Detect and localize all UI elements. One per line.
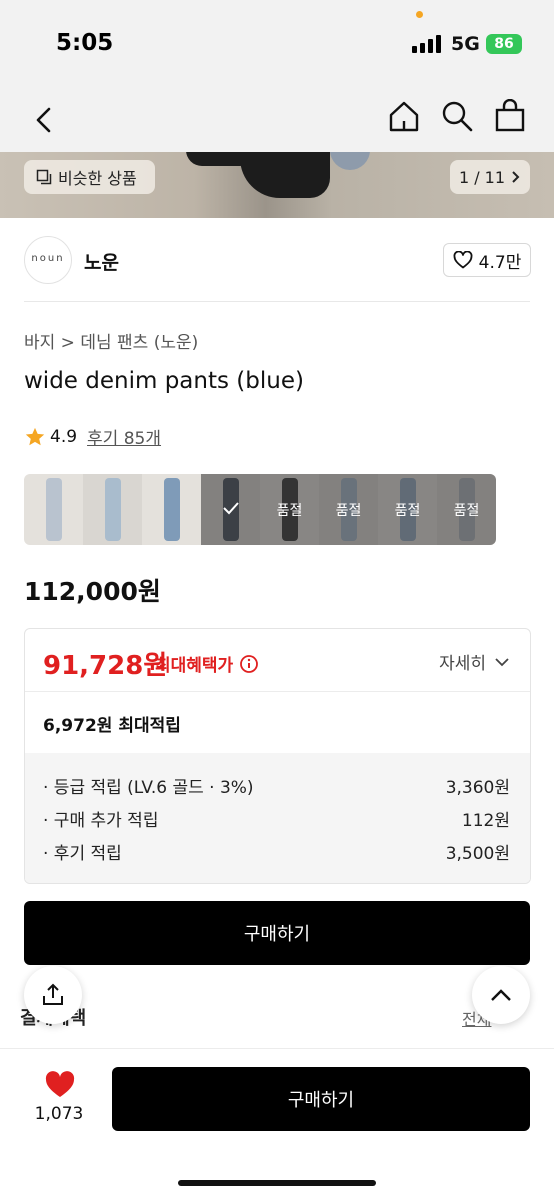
chevron-right-icon (511, 170, 521, 184)
max-benefit-label: 최대혜택가 (155, 656, 234, 676)
benefit-box: 91,728원 최대혜택가 자세히 6,972원 최대적립 · 등급 적립 (L… (24, 628, 531, 884)
share-button[interactable] (24, 966, 82, 1024)
rating-value: 4.9 (50, 426, 78, 447)
back-icon[interactable] (26, 100, 62, 140)
brand-logo[interactable]: noun (24, 236, 72, 284)
points-row: · 후기 적립 3,500원 (43, 839, 510, 864)
breadcrumb[interactable]: 바지 > 데님 팬츠 (노운) (24, 328, 198, 353)
share-icon (40, 982, 66, 1008)
points-row: · 등급 적립 (LV.6 골드 · 3%) 3,360원 (43, 773, 510, 798)
swatch-image (46, 478, 62, 541)
color-swatch[interactable]: 품절 (378, 474, 437, 545)
home-indicator (178, 1180, 376, 1186)
color-options: 품절 품절 품절 품절 (24, 474, 496, 545)
points-row-label: · 등급 적립 (LV.6 골드 · 3%) (43, 778, 254, 798)
original-price: 112,000원 (24, 577, 161, 606)
brand-like-count: 4.7만 (478, 252, 522, 273)
points-summary: 6,972원 최대적립 (43, 716, 181, 736)
bottom-buy-button[interactable]: 구매하기 (112, 1067, 530, 1131)
swatch-image (164, 478, 180, 541)
buy-button[interactable]: 구매하기 (24, 901, 530, 965)
color-swatch[interactable] (83, 474, 142, 545)
sold-out-label: 품절 (276, 502, 303, 519)
heart-filled-icon[interactable] (44, 1071, 76, 1099)
like-count: 1,073 (34, 1104, 84, 1124)
heart-outline-icon (453, 251, 473, 269)
color-swatch[interactable]: 품절 (260, 474, 319, 545)
image-counter-text: 1 / 11 (458, 167, 506, 187)
max-benefit-label-group: 최대혜택가 (155, 651, 259, 676)
points-row-value: 112원 (461, 811, 510, 831)
recording-dot-icon (416, 11, 423, 18)
color-swatch[interactable]: 품절 (437, 474, 496, 545)
chevron-up-icon (489, 988, 513, 1002)
points-row-value: 3,360원 (445, 778, 510, 798)
divider (24, 301, 530, 302)
shopping-bag-icon[interactable] (490, 96, 530, 136)
points-row-label: · 후기 적립 (43, 844, 122, 864)
product-image[interactable]: 비슷한 상품 1 / 11 (0, 152, 554, 218)
home-icon[interactable] (384, 96, 424, 136)
brand-like-button[interactable]: 4.7만 (443, 243, 531, 277)
chevron-down-icon (494, 657, 510, 667)
points-row-label: · 구매 추가 적립 (43, 811, 159, 831)
color-swatch[interactable]: 품절 (319, 474, 378, 545)
rating-row: 4.9 후기 85개 (24, 424, 161, 449)
check-icon (222, 501, 240, 519)
similar-products-label: 비슷한 상품 (58, 169, 137, 188)
signal-icon (412, 35, 442, 53)
points-breakdown: · 등급 적립 (LV.6 골드 · 3%) 3,360원 · 구매 추가 적립… (25, 753, 530, 883)
similar-products-button[interactable]: 비슷한 상품 (24, 160, 155, 194)
review-link[interactable]: 후기 85개 (87, 424, 161, 449)
product-title: wide denim pants (blue) (24, 368, 304, 394)
detail-toggle[interactable]: 자세히 (439, 649, 510, 674)
detail-label: 자세히 (439, 654, 486, 674)
status-time: 5:05 (56, 30, 114, 56)
swatch-image (105, 478, 121, 541)
brand-logo-text: noun (31, 253, 65, 264)
network-type: 5G (451, 33, 480, 55)
color-swatch[interactable] (24, 474, 83, 545)
sold-out-label: 품절 (335, 502, 362, 519)
image-counter[interactable]: 1 / 11 (450, 160, 530, 194)
battery-icon: 86 (486, 34, 522, 54)
search-icon[interactable] (437, 96, 477, 136)
points-row-value: 3,500원 (445, 844, 510, 864)
color-swatch[interactable] (201, 474, 260, 545)
battery-level: 86 (494, 36, 514, 52)
benefit-header[interactable]: 91,728원 최대혜택가 자세히 (25, 629, 530, 692)
scroll-top-button[interactable] (472, 966, 530, 1024)
similar-products-icon (36, 169, 52, 185)
max-benefit-price: 91,728원 (43, 651, 168, 681)
brand-name[interactable]: 노운 (84, 248, 119, 275)
info-icon[interactable] (239, 654, 259, 674)
points-row: · 구매 추가 적립 112원 (43, 806, 510, 831)
sold-out-label: 품절 (394, 502, 421, 519)
color-swatch[interactable] (142, 474, 201, 545)
sold-out-label: 품절 (453, 502, 480, 519)
star-icon (24, 426, 46, 448)
top-nav (0, 88, 554, 152)
